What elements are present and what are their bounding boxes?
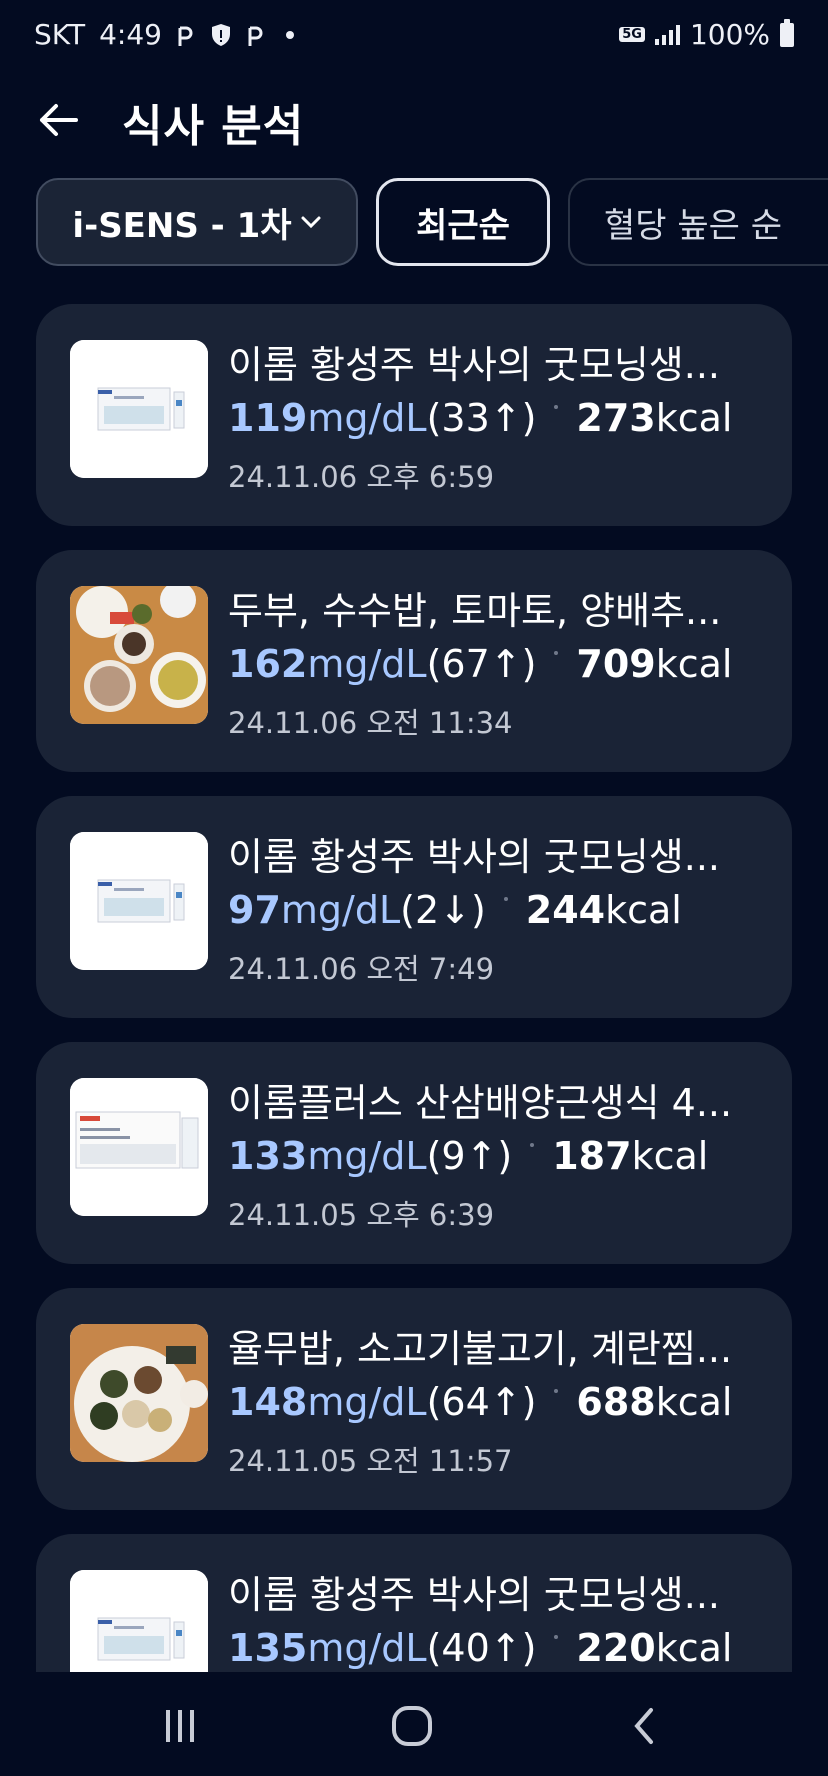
glucose-value: 148 — [228, 1380, 308, 1424]
back-icon — [634, 1708, 653, 1744]
kcal-value: 688 — [576, 1380, 656, 1424]
glucose-value: 135 — [228, 1626, 308, 1670]
status-left: SKT 4:49 — [34, 18, 294, 51]
battery-icon — [780, 18, 794, 47]
meal-name: 율무밥, 소고기불고기, 계란찜... — [228, 1327, 733, 1371]
meal-list[interactable]: 이롬 황성주 박사의 굿모닝생... 119 mg/dL (33↑) 273 k… — [0, 300, 828, 1672]
meal-stats: 135 mg/dL (40↑) 220 kcal — [228, 1626, 732, 1670]
kcal-unit: kcal — [655, 1380, 733, 1424]
meal-card[interactable]: 두부, 수수밥, 토마토, 양배추... 162 mg/dL (67↑) 709… — [36, 550, 792, 772]
shield-icon — [210, 22, 232, 48]
separator — [554, 1635, 559, 1639]
chevron-down-icon — [301, 216, 321, 229]
kcal-unit: kcal — [655, 396, 733, 440]
kcal-unit: kcal — [655, 642, 733, 686]
network-5g-icon: 5G — [619, 27, 645, 42]
meal-name: 이롬 황성주 박사의 굿모닝생... — [228, 343, 720, 387]
glucose-unit: mg/dL — [280, 888, 401, 932]
recent-apps-icon — [166, 1710, 194, 1742]
meal-time: 24.11.06 오전 7:49 — [228, 952, 495, 986]
device-select[interactable]: i-SENS - 1차 — [36, 178, 358, 266]
meal-stats: 119 mg/dL (33↑) 273 kcal — [228, 396, 732, 440]
glucose-value: 162 — [228, 642, 308, 686]
sort-high-glucose-button[interactable]: 혈당 높은 순 — [568, 178, 828, 266]
glucose-value: 119 — [228, 396, 308, 440]
separator — [554, 1389, 559, 1393]
meal-name: 두부, 수수밥, 토마토, 양배추... — [228, 589, 722, 633]
meal-card[interactable]: 이롬 황성주 박사의 굿모닝생... 97 mg/dL (2↓) 244 kca… — [36, 796, 792, 1018]
meal-thumbnail — [70, 832, 208, 970]
device-label: i-SENS - 1차 — [72, 205, 292, 246]
kcal-unit: kcal — [605, 888, 682, 932]
glucose-delta: (40↑) — [426, 1626, 537, 1670]
glucose-unit: mg/dL — [307, 396, 427, 440]
meal-name: 이롬플러스 산삼배양근생식 4... — [228, 1081, 733, 1125]
nav-back-button[interactable] — [604, 1696, 684, 1756]
kcal-unit: kcal — [655, 1626, 733, 1670]
meal-time: 24.11.06 오전 11:34 — [228, 706, 513, 740]
back-button[interactable] — [36, 98, 84, 142]
sort-high-glucose-label: 혈당 높은 순 — [604, 205, 783, 246]
glucose-delta: (9↑) — [426, 1134, 513, 1178]
separator — [554, 405, 559, 409]
app-header: 식사 분석 — [0, 80, 828, 160]
meal-card[interactable]: 이롬플러스 산삼배양근생식 4... 133 mg/dL (9↑) 187 kc… — [36, 1042, 792, 1264]
recent-apps-button[interactable] — [140, 1696, 220, 1756]
kcal-value: 220 — [576, 1626, 656, 1670]
kcal-value: 273 — [576, 396, 656, 440]
meal-stats: 133 mg/dL (9↑) 187 kcal — [228, 1134, 708, 1178]
arrow-left-icon — [40, 104, 78, 136]
carrier-label: SKT — [34, 18, 86, 51]
page-title: 식사 분석 — [122, 101, 305, 152]
status-right: 5G 100% — [619, 18, 794, 51]
meal-thumbnail — [70, 1324, 208, 1462]
p-icon — [246, 22, 266, 48]
kcal-unit: kcal — [631, 1134, 709, 1178]
meal-stats: 97 mg/dL (2↓) 244 kcal — [228, 888, 682, 932]
glucose-value: 133 — [228, 1134, 308, 1178]
meal-thumbnail — [70, 1078, 208, 1216]
system-nav-bar — [0, 1672, 828, 1776]
p-icon — [176, 22, 196, 48]
signal-icon — [654, 24, 680, 45]
meal-stats: 162 mg/dL (67↑) 709 kcal — [228, 642, 732, 686]
glucose-unit: mg/dL — [307, 1380, 427, 1424]
meal-stats: 148 mg/dL (64↑) 688 kcal — [228, 1380, 732, 1424]
clock: 4:49 — [99, 18, 162, 51]
sort-recent-button[interactable]: 최근순 — [376, 178, 550, 266]
glucose-value: 97 — [228, 888, 281, 932]
meal-time: 24.11.05 오전 11:57 — [228, 1444, 513, 1478]
meal-name: 이롬 황성주 박사의 굿모닝생... — [228, 1573, 720, 1617]
separator — [503, 897, 508, 901]
filter-row: i-SENS - 1차 최근순 혈당 높은 순 — [0, 178, 828, 270]
meal-time: 24.11.05 오후 6:39 — [228, 1198, 495, 1232]
meal-card[interactable]: 율무밥, 소고기불고기, 계란찜... 148 mg/dL (64↑) 688 … — [36, 1288, 792, 1510]
glucose-unit: mg/dL — [307, 1134, 427, 1178]
kcal-value: 244 — [525, 888, 606, 932]
home-button[interactable] — [372, 1696, 452, 1756]
glucose-unit: mg/dL — [307, 642, 427, 686]
notification-dot-icon — [285, 30, 294, 39]
meal-thumbnail — [70, 1570, 208, 1672]
meal-thumbnail — [70, 586, 208, 724]
kcal-value: 709 — [576, 642, 656, 686]
glucose-delta: (2↓) — [400, 888, 486, 932]
kcal-value: 187 — [552, 1134, 632, 1178]
meal-time: 24.11.06 오후 6:59 — [228, 460, 495, 494]
separator — [554, 651, 559, 655]
glucose-delta: (67↑) — [426, 642, 537, 686]
glucose-delta: (33↑) — [426, 396, 537, 440]
home-icon — [392, 1706, 432, 1746]
meal-name: 이롬 황성주 박사의 굿모닝생... — [228, 835, 720, 879]
glucose-unit: mg/dL — [307, 1626, 427, 1670]
glucose-delta: (64↑) — [426, 1380, 537, 1424]
sort-recent-label: 최근순 — [416, 205, 510, 246]
separator — [530, 1143, 535, 1147]
battery-label: 100% — [689, 18, 770, 51]
meal-card[interactable]: 이롬 황성주 박사의 굿모닝생... 119 mg/dL (33↑) 273 k… — [36, 304, 792, 526]
meal-card[interactable]: 이롬 황성주 박사의 굿모닝생... 135 mg/dL (40↑) 220 k… — [36, 1534, 792, 1672]
status-bar: SKT 4:49 5G 100% — [0, 0, 828, 72]
meal-thumbnail — [70, 340, 208, 478]
